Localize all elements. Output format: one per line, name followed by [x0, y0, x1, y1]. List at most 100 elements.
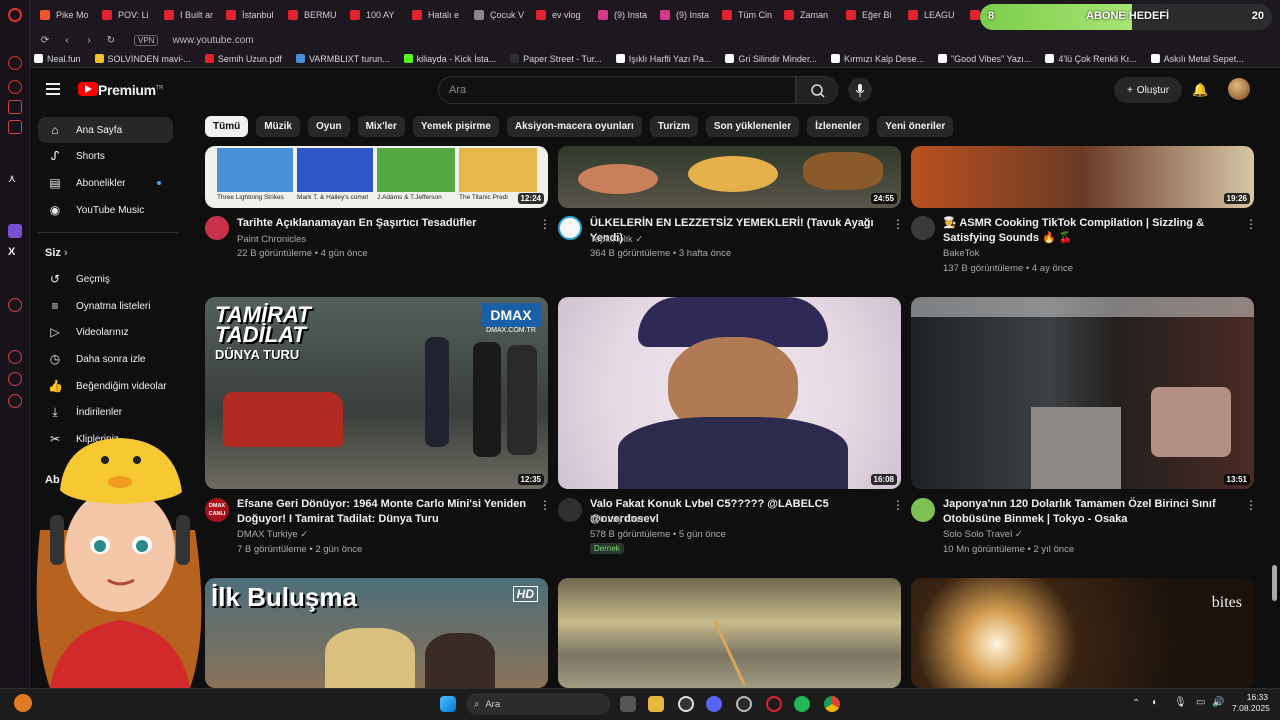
search-button[interactable]	[796, 76, 838, 104]
video-thumbnail[interactable]: 13:51	[911, 297, 1254, 489]
browser-tab[interactable]: LEAGU	[902, 3, 962, 27]
x-icon[interactable]: X	[8, 246, 22, 260]
file-explorer-icon[interactable]	[648, 696, 664, 712]
more-options-icon[interactable]: ⋮	[1245, 217, 1257, 231]
more-options-icon[interactable]: ⋮	[539, 498, 551, 512]
filter-chip[interactable]: Tümü	[205, 116, 249, 137]
url-field[interactable]: www.youtube.com	[172, 35, 253, 46]
tray-app-icon[interactable]: ◐	[1152, 697, 1158, 708]
browser-tab[interactable]: Pike Mo	[34, 3, 94, 27]
menu-icon[interactable]	[46, 83, 60, 95]
channel-avatar[interactable]	[205, 216, 229, 240]
voice-search-button[interactable]	[848, 78, 872, 102]
filter-chip[interactable]: Yemek pişirme	[412, 116, 499, 137]
video-thumbnail[interactable]: İlk Buluşma HD	[205, 578, 548, 688]
network-icon[interactable]: ▭	[1196, 697, 1205, 708]
settings-gear-icon[interactable]	[678, 696, 694, 712]
windows-start-icon[interactable]	[440, 696, 456, 712]
create-button[interactable]: + Oluştur	[1114, 77, 1182, 103]
vpn-badge[interactable]: VPN	[134, 34, 159, 46]
account-avatar[interactable]	[1228, 78, 1250, 100]
filter-chip[interactable]: Son yüklenenler	[705, 116, 800, 137]
more-options-icon[interactable]: ⋮	[539, 217, 551, 231]
bookmark-item[interactable]: Işıklı Harfli Yazı Pa...	[615, 54, 711, 64]
filter-chip[interactable]: Müzik	[256, 116, 300, 137]
channel-avatar[interactable]	[911, 498, 935, 522]
video-title[interactable]: Japonya'nın 120 Dolarlık Tamamen Özel Bi…	[943, 497, 1233, 527]
sidebar-you-heading[interactable]: Siz ›	[45, 247, 68, 259]
tiktok-icon[interactable]: ⋏	[8, 172, 22, 186]
sidebar-item-history[interactable]: ↺ Geçmiş	[38, 266, 173, 292]
wallet-icon[interactable]	[8, 120, 22, 134]
task-view-icon[interactable]	[620, 696, 636, 712]
obs-icon[interactable]	[736, 696, 752, 712]
reload-icon[interactable]: ⟳	[38, 35, 52, 46]
filter-chip[interactable]: Yeni öneriler	[877, 116, 954, 137]
browser-tab[interactable]: ev vlog	[530, 3, 590, 27]
sidebar-item-subscriptions[interactable]: ▤ Abonelikler	[38, 170, 173, 196]
browser-tab[interactable]: Çocuk V	[468, 3, 528, 27]
video-title[interactable]: Tarihte Açıklanamayan En Şaşırtıcı Tesad…	[237, 216, 537, 231]
music-icon[interactable]	[8, 298, 22, 312]
pinboard-icon[interactable]	[8, 372, 22, 386]
bookmark-item[interactable]: Kırmızı Kalp Dese...	[830, 54, 924, 64]
sidebar-item-playlists[interactable]: ≡ Oynatma listeleri	[38, 293, 173, 319]
filter-chip[interactable]: Aksiyon-macera oyunları	[506, 116, 642, 137]
sidebar-item-youtube-music[interactable]: ◉ YouTube Music	[38, 197, 173, 223]
browser-tab[interactable]: (9) Insta	[654, 3, 714, 27]
channel-name[interactable]: TepkiKolik ✓	[590, 234, 643, 245]
youtube-logo-icon[interactable]	[78, 82, 98, 96]
system-clock[interactable]: 16:33 7.08.2025	[1232, 692, 1270, 714]
video-thumbnail[interactable]: TAMİRAT TADİLAT DÜNYA TURU DMAX DMAX.COM…	[205, 297, 548, 489]
player-icon[interactable]	[8, 100, 22, 114]
browser-tab[interactable]: Tüm Cin	[716, 3, 776, 27]
filter-chip[interactable]: Oyun	[308, 116, 350, 137]
taskbar-search[interactable]: ⌕ Ara	[466, 693, 610, 715]
microphone-tray-icon[interactable]: 🎙	[1174, 697, 1187, 708]
bookmark-item[interactable]: 4'lü Çok Renkli Kı...	[1045, 54, 1137, 64]
sidebar-item-watch-later[interactable]: ◷ Daha sonra izle	[38, 346, 173, 372]
browser-tab[interactable]: (9) Insta	[592, 3, 652, 27]
chrome-icon[interactable]	[824, 696, 840, 712]
bookmark-item[interactable]: VARMBLIXT turun...	[295, 54, 390, 64]
bookmark-item[interactable]: kiliayda - Kick İsta...	[403, 54, 496, 64]
forward-icon[interactable]: ›	[82, 35, 96, 46]
browser-tab[interactable]: 100 AY	[344, 3, 404, 27]
channel-name[interactable]: Tolunay Ören ✓	[590, 514, 657, 525]
opera-gx-icon[interactable]	[766, 696, 782, 712]
channel-name[interactable]: Solo Solo Travel ✓	[943, 529, 1023, 540]
video-thumbnail[interactable]: 19:26	[911, 146, 1254, 208]
filter-chip[interactable]: İzlenenler	[807, 116, 870, 137]
weather-icon[interactable]	[14, 694, 32, 712]
back-icon[interactable]: ‹	[60, 35, 74, 46]
search-input[interactable]: Ara	[438, 76, 796, 104]
channel-name[interactable]: Paint Chronicles	[237, 234, 306, 245]
sidebar-item-home[interactable]: ⌂ Ana Sayfa	[38, 117, 173, 143]
browser-tab[interactable]: POV: Li	[96, 3, 156, 27]
messenger-icon[interactable]	[8, 80, 22, 94]
page-scrollbar-thumb[interactable]	[1272, 565, 1277, 601]
sidebar-item-your-videos[interactable]: ▷ Videolarınız	[38, 319, 173, 345]
refresh-icon[interactable]: ↻	[104, 35, 118, 46]
bookmark-item[interactable]: "Good Vibes" Yazı...	[937, 54, 1031, 64]
video-thumbnail[interactable]: Three Lightning Strikes Mark T. & Halley…	[205, 146, 548, 208]
browser-tab[interactable]: Zaman	[778, 3, 838, 27]
more-options-icon[interactable]: ⋮	[892, 498, 904, 512]
history-icon[interactable]	[8, 350, 22, 364]
youtube-premium-brand[interactable]: PremiumTR	[98, 82, 164, 98]
tray-chevron-icon[interactable]: ⌃	[1132, 698, 1140, 709]
video-thumbnail[interactable]: 16:08	[558, 297, 901, 489]
browser-tab[interactable]: Eğer Bi	[840, 3, 900, 27]
more-options-icon[interactable]: ⋮	[1245, 498, 1257, 512]
bookmark-item[interactable]: Askılı Metal Sepet...	[1150, 54, 1244, 64]
notifications-bell-icon[interactable]: 🔔	[1192, 82, 1208, 98]
discord-icon[interactable]	[706, 696, 722, 712]
bookmark-item[interactable]: Paper Street - Tur...	[510, 54, 602, 64]
sidebar-item-shorts[interactable]: ᔑ Shorts	[38, 143, 173, 169]
browser-tab[interactable]: BERMU	[282, 3, 342, 27]
filter-chip[interactable]: Turizm	[649, 116, 698, 137]
browser-tab[interactable]: I Built ar	[158, 3, 218, 27]
opera-logo-icon[interactable]	[8, 8, 22, 22]
filter-chip[interactable]: Mix'ler	[357, 116, 405, 137]
channel-name[interactable]: DMAX Turkiye ✓	[237, 529, 308, 540]
